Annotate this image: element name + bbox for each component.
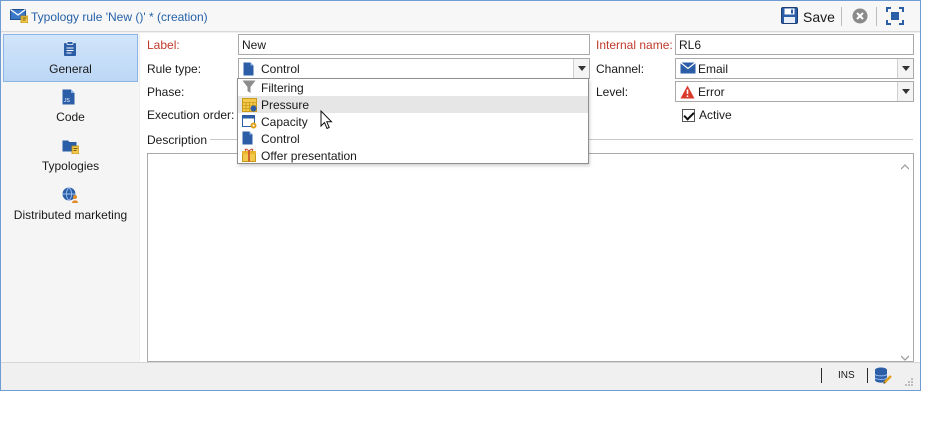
resize-grip-icon[interactable]	[904, 376, 914, 390]
rule-type-label: Rule type:	[147, 62, 202, 76]
option-offer-presentation[interactable]: Offer presentation	[238, 147, 588, 164]
phase-label: Phase:	[147, 85, 185, 99]
funnel-icon	[242, 80, 256, 97]
rule-type-select[interactable]: Control	[238, 58, 590, 79]
description-textarea[interactable]	[147, 153, 914, 362]
save-button-label: Save	[803, 9, 835, 25]
vertical-scrollbar[interactable]	[897, 154, 913, 361]
statusbar-separator	[867, 368, 868, 383]
title-bar: Typology rule 'New ()' * (creation) Save	[1, 1, 920, 32]
scroll-down-icon[interactable]	[900, 350, 910, 361]
label-field-label: Label:	[147, 38, 180, 52]
nav-item-general[interactable]: General	[3, 34, 138, 82]
mouse-pointer-icon	[320, 109, 333, 133]
checkbox-checked[interactable]	[682, 108, 695, 122]
option-filtering[interactable]: Filtering	[238, 79, 588, 96]
nav-label: General	[49, 62, 92, 76]
internal-name-input[interactable]	[675, 34, 914, 55]
clipboard-icon	[63, 41, 77, 60]
globe-user-icon	[62, 187, 79, 206]
rule-type-value: Control	[261, 62, 300, 76]
label-input[interactable]	[238, 34, 590, 55]
nav-label: Distributed marketing	[13, 208, 128, 222]
option-label: Pressure	[261, 98, 310, 112]
option-label: Capacity	[261, 115, 308, 129]
js-file-icon: JS	[62, 89, 75, 108]
js-file-icon	[243, 62, 254, 79]
rule-type-dropdown-list: Filtering Pressure Capacity Control Offe…	[237, 78, 589, 164]
toolbar-separator	[841, 7, 842, 26]
floppy-disk-icon	[781, 7, 798, 27]
chevron-down-icon[interactable]	[897, 82, 913, 101]
svg-text:JS: JS	[64, 98, 71, 104]
description-label: Description	[147, 133, 208, 147]
status-bar: INS	[1, 362, 920, 390]
typology-rule-window: Typology rule 'New ()' * (creation) Save	[0, 0, 921, 391]
internal-name-label: Internal name:	[596, 38, 673, 52]
level-value: Error	[698, 85, 725, 99]
insert-mode-indicator: INS	[838, 370, 855, 381]
option-control[interactable]: Control	[238, 130, 588, 147]
toolbar-separator	[876, 7, 877, 26]
level-label: Level:	[596, 85, 629, 99]
nav-label: Typologies	[41, 159, 100, 173]
js-file-icon	[242, 131, 253, 148]
channel-label: Channel:	[596, 62, 645, 76]
typology-rule-icon	[10, 7, 29, 26]
email-icon	[680, 62, 696, 77]
nav-item-code[interactable]: JS Code	[3, 83, 138, 131]
left-navigation: General JS Code Typologies Distributed m…	[1, 33, 139, 362]
statusbar-separator	[821, 368, 822, 383]
nav-label: Code	[56, 110, 85, 124]
chevron-down-icon[interactable]	[897, 59, 913, 78]
level-select[interactable]: Error	[675, 81, 914, 102]
close-icon[interactable]	[852, 8, 868, 27]
option-label: Offer presentation	[261, 149, 357, 163]
chevron-down-icon[interactable]	[573, 59, 589, 78]
nav-item-distributed-marketing[interactable]: Distributed marketing	[3, 181, 138, 229]
option-label: Control	[261, 132, 300, 146]
active-checkbox[interactable]: Active	[682, 108, 732, 122]
execution-order-label: Execution order:	[147, 108, 235, 122]
database-icon[interactable]	[874, 367, 892, 388]
warning-icon	[680, 85, 695, 102]
channel-value: Email	[698, 62, 729, 76]
window-title: Typology rule 'New ()' * (creation)	[31, 10, 208, 24]
fullscreen-icon[interactable]	[886, 7, 904, 28]
option-label: Filtering	[261, 81, 304, 95]
nav-item-typologies[interactable]: Typologies	[3, 132, 138, 180]
option-capacity[interactable]: Capacity	[238, 113, 588, 130]
option-pressure[interactable]: Pressure	[238, 96, 588, 113]
active-label: Active	[699, 108, 732, 122]
folder-typology-icon	[62, 138, 80, 157]
channel-select[interactable]: Email	[675, 58, 914, 79]
gift-icon	[242, 148, 256, 165]
save-button[interactable]: Save	[781, 6, 835, 28]
scroll-up-icon[interactable]	[900, 159, 910, 170]
